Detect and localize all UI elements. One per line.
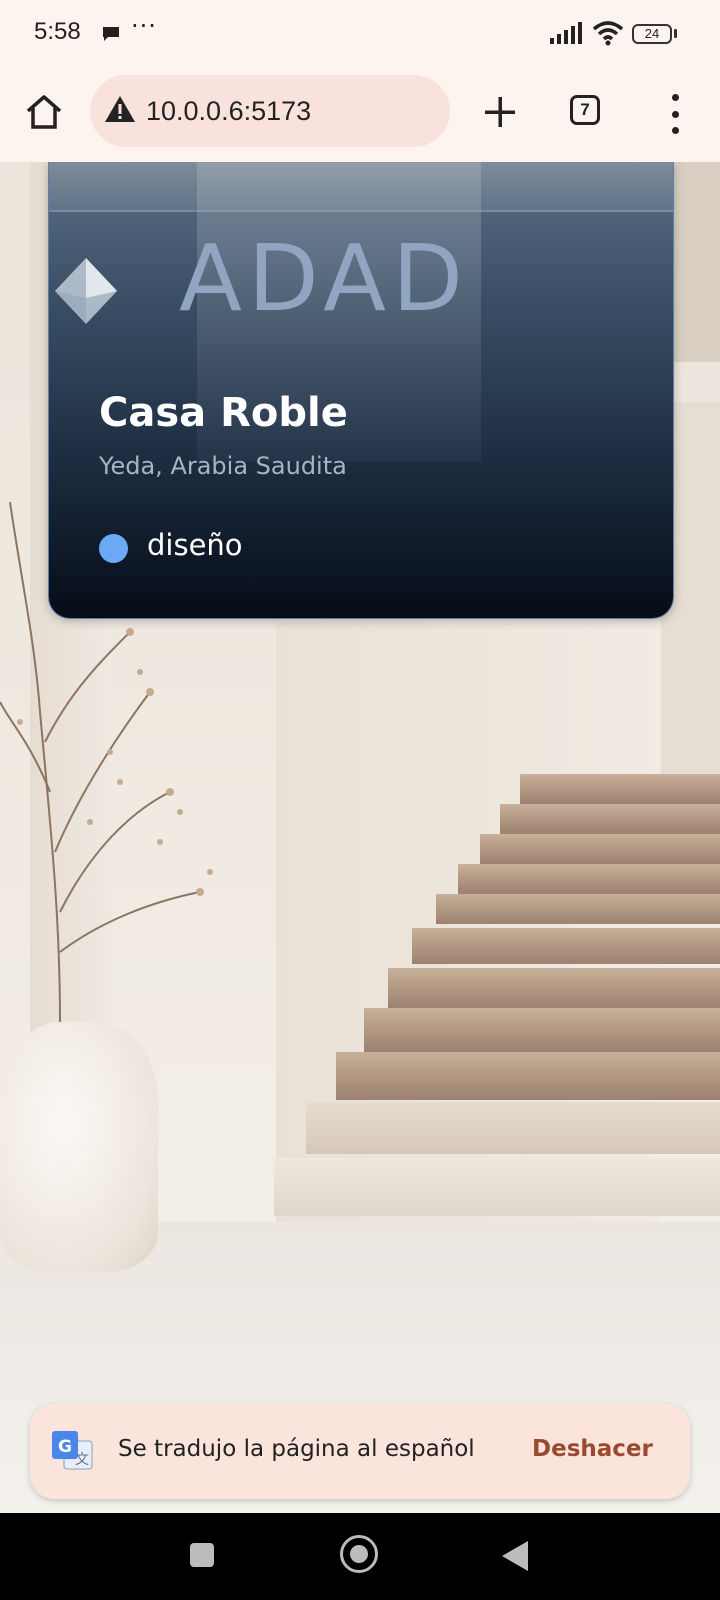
project-card[interactable]: ADAD Casa Roble Yeda, Arabia Saudita dis… bbox=[48, 162, 674, 619]
diamond-logo-icon bbox=[53, 258, 119, 328]
stair-step bbox=[436, 894, 720, 924]
menu-dot-icon bbox=[671, 110, 679, 118]
battery-icon: 24 bbox=[632, 24, 672, 44]
stair-step bbox=[500, 804, 720, 834]
signal-icon bbox=[550, 22, 584, 48]
address-bar[interactable]: 10.0.0.6:5173 bbox=[90, 75, 450, 147]
status-dot bbox=[99, 534, 128, 563]
stair-step bbox=[306, 1102, 720, 1154]
system-navigation-bar bbox=[0, 1513, 720, 1600]
stair-step bbox=[274, 1158, 720, 1216]
project-location: Yeda, Arabia Saudita bbox=[99, 452, 347, 480]
stair-step bbox=[336, 1052, 720, 1100]
svg-text:G: G bbox=[58, 1437, 72, 1457]
new-tab-button[interactable] bbox=[478, 90, 522, 134]
stair-step bbox=[364, 1008, 720, 1052]
chat-bubble-icon bbox=[100, 24, 122, 48]
menu-dot-icon bbox=[671, 127, 679, 134]
stair-step bbox=[520, 774, 720, 804]
stair-step bbox=[458, 864, 720, 894]
browser-toolbar: 10.0.0.6:5173 7 bbox=[0, 70, 720, 162]
url-text[interactable]: 10.0.0.6:5173 bbox=[146, 96, 311, 127]
back-button[interactable] bbox=[502, 1541, 528, 1571]
translate-toast: 文 G Se tradujo la página al español Desh… bbox=[30, 1403, 690, 1499]
home-nav-button[interactable] bbox=[340, 1535, 378, 1573]
wifi-icon bbox=[592, 20, 624, 50]
stair-step bbox=[412, 928, 720, 964]
adad-logo: ADAD bbox=[179, 225, 519, 332]
home-icon bbox=[26, 95, 62, 129]
background-ceiling bbox=[672, 162, 720, 362]
battery-tip bbox=[674, 29, 677, 38]
stair-step bbox=[388, 968, 720, 1008]
plus-icon bbox=[485, 97, 515, 127]
more-notifications-icon: ··· bbox=[131, 12, 157, 40]
tab-switcher-button[interactable]: 7 bbox=[570, 95, 600, 125]
page-content[interactable]: ADAD Casa Roble Yeda, Arabia Saudita dis… bbox=[0, 162, 720, 1513]
project-category: diseño bbox=[147, 528, 243, 562]
project-title: Casa Roble bbox=[99, 390, 348, 436]
warning-icon[interactable] bbox=[104, 95, 136, 127]
recent-apps-button[interactable] bbox=[190, 1543, 214, 1567]
stair-step bbox=[480, 834, 720, 864]
undo-button[interactable]: Deshacer bbox=[532, 1436, 653, 1462]
home-button[interactable] bbox=[22, 90, 66, 134]
status-bar: 5:58 ··· 24 bbox=[0, 0, 720, 70]
google-translate-icon: 文 G bbox=[52, 1431, 94, 1477]
menu-dot-icon bbox=[671, 94, 679, 101]
menu-button[interactable] bbox=[660, 94, 690, 134]
vase bbox=[0, 1022, 158, 1272]
svg-text:ADAD: ADAD bbox=[179, 232, 469, 322]
home-circle-icon bbox=[350, 1545, 368, 1563]
toast-message: Se tradujo la página al español bbox=[118, 1436, 475, 1462]
status-time: 5:58 bbox=[34, 18, 81, 45]
